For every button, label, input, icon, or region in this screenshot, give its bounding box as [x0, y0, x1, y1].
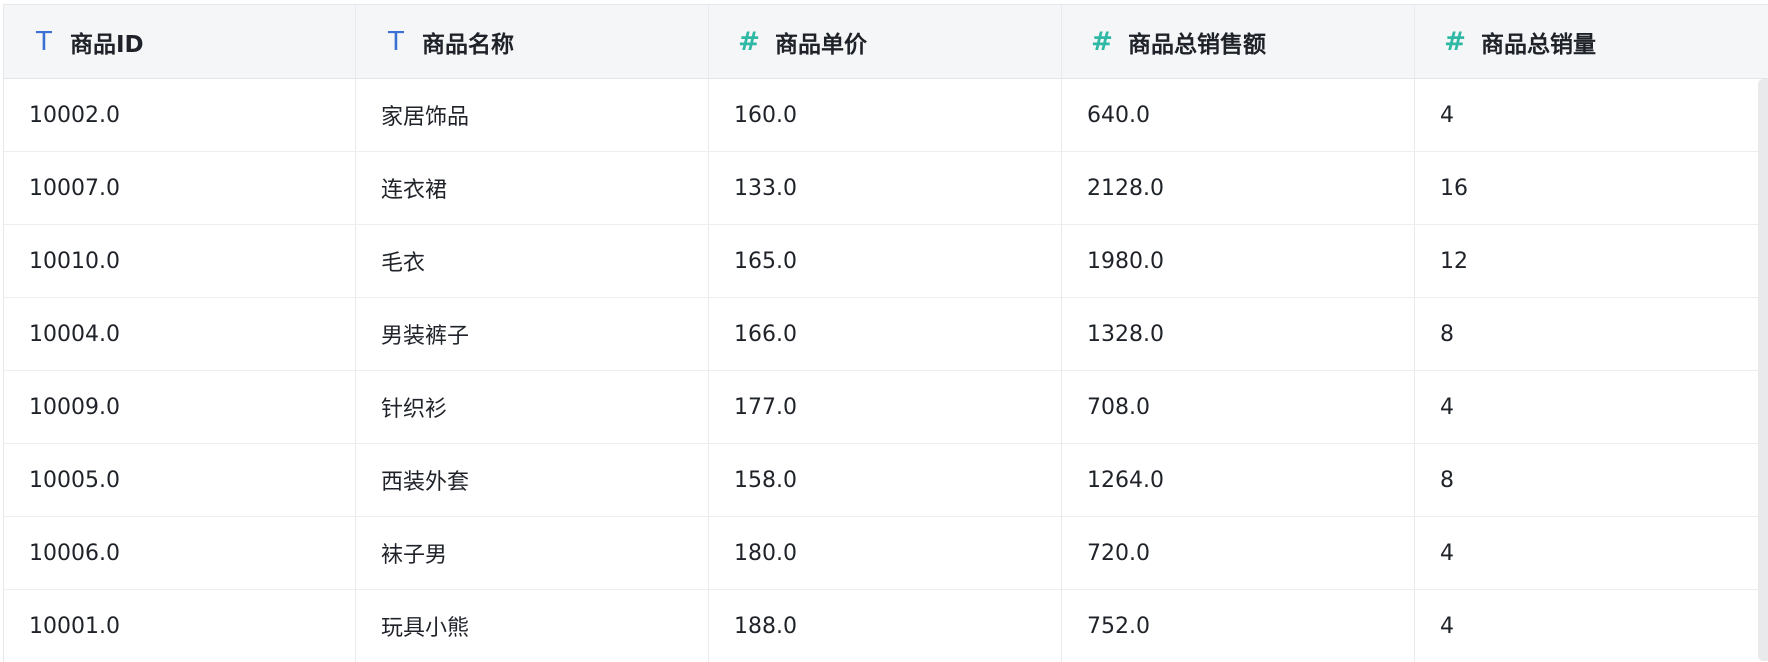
column-header-total-sales-amount[interactable]: # 商品总销售额 — [1062, 5, 1415, 78]
cell-product-name[interactable]: 家居饰品 — [356, 79, 709, 151]
table-row[interactable]: 10005.0 西装外套 158.0 1264.0 8 — [4, 444, 1768, 517]
cell-total-sales-amount[interactable]: 752.0 — [1062, 590, 1415, 662]
cell-product-id[interactable]: 10001.0 — [4, 590, 356, 662]
table-row[interactable]: 10001.0 玩具小熊 188.0 752.0 4 — [4, 590, 1768, 662]
cell-unit-price[interactable]: 177.0 — [709, 371, 1062, 443]
cell-product-name[interactable]: 袜子男 — [356, 517, 709, 589]
cell-total-sales-amount[interactable]: 2128.0 — [1062, 152, 1415, 224]
cell-total-sales-volume[interactable]: 4 — [1415, 79, 1768, 151]
table-row[interactable]: 10006.0 袜子男 180.0 720.0 4 — [4, 517, 1768, 590]
text-type-icon: T — [388, 26, 404, 57]
table-row[interactable]: 10009.0 针织衫 177.0 708.0 4 — [4, 371, 1768, 444]
cell-product-name[interactable]: 男装裤子 — [356, 298, 709, 370]
cell-total-sales-volume[interactable]: 12 — [1415, 225, 1768, 297]
column-header-total-sales-volume[interactable]: # 商品总销量 — [1415, 5, 1768, 78]
column-header-label: 商品总销量 — [1481, 31, 1596, 58]
number-type-icon: # — [1444, 26, 1466, 57]
cell-total-sales-amount[interactable]: 1980.0 — [1062, 225, 1415, 297]
cell-total-sales-volume[interactable]: 16 — [1415, 152, 1768, 224]
cell-product-id[interactable]: 10010.0 — [4, 225, 356, 297]
cell-total-sales-volume[interactable]: 8 — [1415, 444, 1768, 516]
cell-unit-price[interactable]: 158.0 — [709, 444, 1062, 516]
text-type-icon: T — [36, 26, 52, 57]
data-table: T 商品ID T 商品名称 # 商品单价 # 商品总销售额 # 商品总销量 10… — [3, 4, 1768, 662]
cell-unit-price[interactable]: 180.0 — [709, 517, 1062, 589]
vertical-scrollbar[interactable] — [1758, 79, 1768, 661]
cell-total-sales-amount[interactable]: 720.0 — [1062, 517, 1415, 589]
cell-total-sales-volume[interactable]: 4 — [1415, 590, 1768, 662]
table-row[interactable]: 10004.0 男装裤子 166.0 1328.0 8 — [4, 298, 1768, 371]
cell-unit-price[interactable]: 165.0 — [709, 225, 1062, 297]
cell-product-id[interactable]: 10006.0 — [4, 517, 356, 589]
cell-product-name[interactable]: 毛衣 — [356, 225, 709, 297]
cell-product-id[interactable]: 10004.0 — [4, 298, 356, 370]
column-header-label: 商品名称 — [422, 31, 514, 58]
column-header-label: 商品单价 — [775, 31, 867, 58]
table-row[interactable]: 10007.0 连衣裙 133.0 2128.0 16 — [4, 152, 1768, 225]
number-type-icon: # — [1091, 26, 1113, 57]
cell-product-id[interactable]: 10007.0 — [4, 152, 356, 224]
cell-unit-price[interactable]: 166.0 — [709, 298, 1062, 370]
cell-total-sales-volume[interactable]: 4 — [1415, 371, 1768, 443]
cell-total-sales-amount[interactable]: 640.0 — [1062, 79, 1415, 151]
table-row[interactable]: 10010.0 毛衣 165.0 1980.0 12 — [4, 225, 1768, 298]
cell-product-name[interactable]: 玩具小熊 — [356, 590, 709, 662]
cell-product-name[interactable]: 针织衫 — [356, 371, 709, 443]
cell-total-sales-amount[interactable]: 1264.0 — [1062, 444, 1415, 516]
cell-total-sales-amount[interactable]: 708.0 — [1062, 371, 1415, 443]
cell-product-name[interactable]: 西装外套 — [356, 444, 709, 516]
cell-total-sales-volume[interactable]: 8 — [1415, 298, 1768, 370]
column-header-product-id[interactable]: T 商品ID — [4, 5, 356, 78]
cell-unit-price[interactable]: 188.0 — [709, 590, 1062, 662]
cell-product-name[interactable]: 连衣裙 — [356, 152, 709, 224]
column-header-product-name[interactable]: T 商品名称 — [356, 5, 709, 78]
cell-total-sales-amount[interactable]: 1328.0 — [1062, 298, 1415, 370]
table-row[interactable]: 10002.0 家居饰品 160.0 640.0 4 — [4, 79, 1768, 152]
table-header-row: T 商品ID T 商品名称 # 商品单价 # 商品总销售额 # 商品总销量 — [4, 5, 1768, 79]
column-header-label: 商品总销售额 — [1128, 31, 1266, 58]
column-header-unit-price[interactable]: # 商品单价 — [709, 5, 1062, 78]
cell-product-id[interactable]: 10002.0 — [4, 79, 356, 151]
cell-unit-price[interactable]: 133.0 — [709, 152, 1062, 224]
number-type-icon: # — [738, 26, 760, 57]
cell-unit-price[interactable]: 160.0 — [709, 79, 1062, 151]
column-header-label: 商品ID — [70, 31, 144, 58]
cell-product-id[interactable]: 10009.0 — [4, 371, 356, 443]
cell-product-id[interactable]: 10005.0 — [4, 444, 356, 516]
cell-total-sales-volume[interactable]: 4 — [1415, 517, 1768, 589]
